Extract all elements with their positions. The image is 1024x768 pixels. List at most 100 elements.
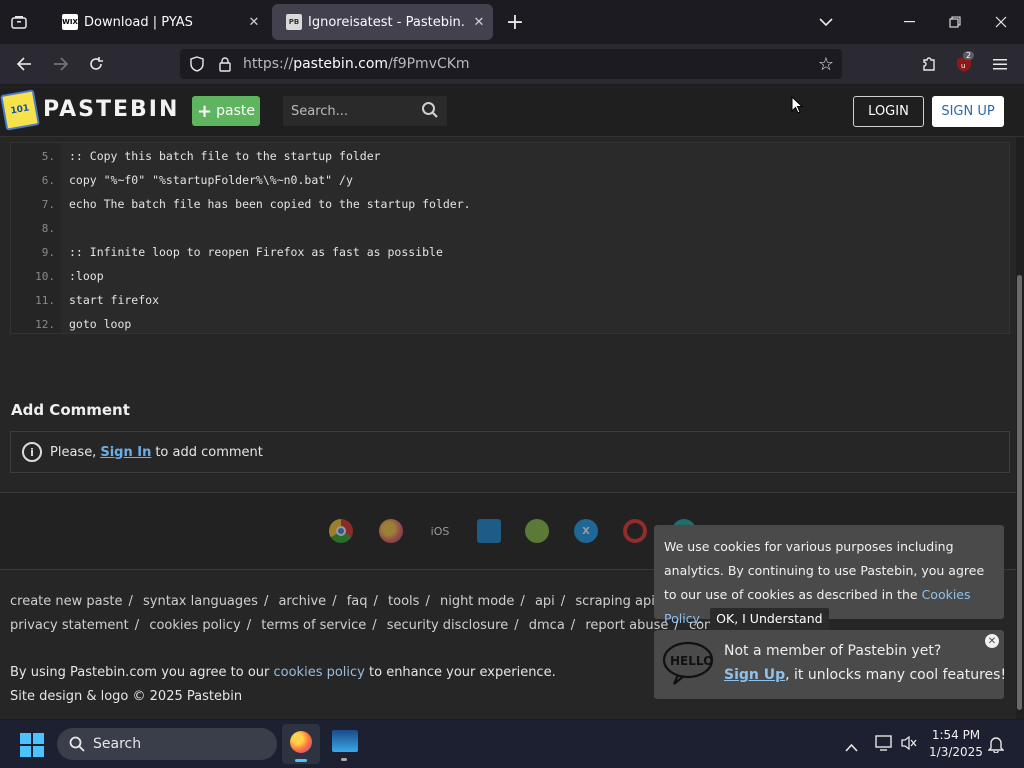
- footer-link-syntax-languages[interactable]: syntax languages: [143, 594, 258, 609]
- code-line: 10.:loop: [35, 269, 104, 283]
- cookie-consent-popup: We use cookies for various purposes incl…: [654, 525, 1004, 630]
- footer-link-scraping-api[interactable]: scraping api: [575, 594, 655, 609]
- taskbar-firefox-icon[interactable]: [282, 724, 320, 764]
- footer-link-api[interactable]: api: [535, 594, 555, 609]
- firefox-icon[interactable]: [379, 519, 403, 543]
- back-arrow-icon[interactable]: [12, 53, 36, 75]
- code-line: 9.:: Infinite loop to reopen Firefox as …: [41, 245, 443, 259]
- footer-cookie-notice: By using Pastebin.com you agree to our c…: [10, 665, 556, 680]
- lock-icon[interactable]: [216, 55, 234, 73]
- browser-tab-bar: WIX Download | PYAS ✕ PB Ignoreisatest -…: [0, 0, 1024, 44]
- bookmark-star-icon[interactable]: ☆: [816, 54, 836, 75]
- footer-link-night-mode[interactable]: night mode: [440, 594, 514, 609]
- chrome-icon[interactable]: [329, 519, 353, 543]
- android-icon[interactable]: [525, 519, 549, 543]
- ios-icon[interactable]: iOS: [427, 519, 453, 543]
- code-line: 5.:: Copy this batch file to the startup…: [41, 149, 381, 163]
- svg-text:u: u: [961, 62, 965, 70]
- taskbar-search-icon: [69, 736, 85, 752]
- footer-link-terms-of-service[interactable]: terms of service: [261, 618, 366, 633]
- taskbar-clock[interactable]: 1:54 PM 1/3/2025: [926, 727, 986, 761]
- login-button[interactable]: LOGIN: [853, 96, 924, 127]
- taskbar-app-icon[interactable]: [332, 730, 358, 761]
- footer-links-row1: create new paste / syntax languages / arch…: [10, 594, 709, 609]
- x-twitter-icon[interactable]: X: [574, 519, 598, 543]
- sign-in-link[interactable]: Sign In: [100, 445, 151, 460]
- cookie-ok-button[interactable]: OK, I Understand: [710, 608, 829, 630]
- footer-link-privacy-statement[interactable]: privacy statement: [10, 618, 129, 633]
- pastebin-header: 101 PASTEBIN + paste LOGIN SIGN UP: [0, 85, 1024, 137]
- address-bar[interactable]: https://pastebin.com/f9PmvCKm ☆: [180, 49, 842, 79]
- footer-link-archive[interactable]: archive: [278, 594, 326, 609]
- footer-link-security-disclosure[interactable]: security disclosure: [387, 618, 508, 633]
- mouse-cursor-icon: [791, 96, 803, 114]
- info-icon: i: [22, 442, 42, 462]
- footer-link-cookies-policy[interactable]: cookies policy: [149, 618, 240, 633]
- pastebin-logo-icon[interactable]: 101: [0, 89, 40, 131]
- plus-icon: +: [197, 100, 213, 122]
- footer-link-faq[interactable]: faq: [347, 594, 368, 609]
- comment-suffix: to add comment: [155, 444, 263, 460]
- tab-title: Ignoreisatest - Pastebin.com: [308, 14, 465, 30]
- footer-link-tools[interactable]: tools: [388, 594, 419, 609]
- promo-line2: Sign Up, it unlocks many cool features!: [724, 667, 1007, 683]
- tab-title: Download | PYAS: [84, 14, 193, 30]
- promo-signup-link[interactable]: Sign Up: [724, 667, 785, 683]
- search-icon[interactable]: [421, 101, 439, 123]
- signup-promo-popup: HELLO: [654, 630, 1004, 699]
- new-paste-label: paste: [216, 103, 255, 119]
- shield-icon[interactable]: [188, 55, 206, 73]
- popup-close-icon[interactable]: ✕: [985, 634, 999, 648]
- minimize-icon[interactable]: [898, 12, 920, 32]
- code-block: 5.:: Copy this batch file to the startup…: [10, 142, 1010, 334]
- opera-icon[interactable]: [623, 519, 647, 543]
- code-line: 12. goto loop: [35, 317, 132, 331]
- footer-links-row2: privacy statement / cookies policy / terms…: [10, 618, 738, 633]
- clock-date: 1/3/2025: [929, 745, 983, 759]
- extensions-puzzle-icon[interactable]: [917, 53, 941, 75]
- signup-button[interactable]: SIGN UP: [932, 96, 1004, 127]
- clock-time: 1:54 PM: [931, 728, 981, 742]
- code-line: 6. copy "%~f0" "%startupFolder%\%~n0.bat"…: [41, 173, 353, 187]
- show-hidden-icons-chevron-up-icon[interactable]: [845, 737, 858, 756]
- extension-badge: 2: [963, 51, 975, 60]
- hello-badge-text: HELLO: [670, 654, 713, 668]
- window-close-icon[interactable]: [990, 12, 1012, 32]
- code-line: 7. echo The batch file has been copied to…: [41, 197, 471, 211]
- footer-link-create-new-paste[interactable]: create new paste: [10, 594, 123, 609]
- taskbar-search-label: Search: [93, 736, 142, 752]
- restore-icon[interactable]: [944, 12, 966, 32]
- tab-pastebin[interactable]: PB Ignoreisatest - Pastebin.com ✕: [272, 4, 493, 40]
- pastebin-favicon-icon: PB: [286, 14, 302, 30]
- notifications-bell-icon[interactable]: [987, 735, 1005, 757]
- tab-overview-icon[interactable]: [8, 12, 30, 32]
- brand-name[interactable]: PASTEBIN: [43, 97, 179, 122]
- code-line: 8.: [41, 221, 55, 235]
- tab-list-chevron-down-icon[interactable]: [814, 12, 838, 32]
- new-paste-button[interactable]: + paste: [192, 96, 260, 126]
- footer-link-dmca[interactable]: dmca: [529, 618, 565, 633]
- scrollbar-thumb[interactable]: [1017, 275, 1022, 710]
- comment-notice: i Please, Sign In to add comment: [10, 431, 1010, 473]
- windows-start-icon[interactable]: [20, 733, 44, 757]
- promo-line1: Not a member of Pastebin yet?: [724, 643, 942, 659]
- reload-icon[interactable]: [84, 53, 108, 75]
- forward-arrow-icon[interactable]: [49, 53, 73, 75]
- tab-close-icon[interactable]: ✕: [465, 15, 493, 30]
- url-text[interactable]: https://pastebin.com/f9PmvCKm: [243, 56, 470, 72]
- hamburger-menu-icon[interactable]: [988, 53, 1012, 75]
- windows-icon[interactable]: [477, 519, 501, 543]
- wix-favicon-icon: WIX: [62, 14, 78, 30]
- code-line: 11. start firefox: [35, 293, 160, 307]
- comment-prefix: Please,: [50, 444, 97, 460]
- add-comment-title: Add Comment: [11, 401, 130, 419]
- hello-bubble-icon: HELLO: [662, 641, 713, 685]
- browser-nav-bar: https://pastebin.com/f9PmvCKm ☆ u: [0, 44, 1024, 84]
- tab-download-pyas[interactable]: WIX Download | PYAS ✕: [48, 4, 268, 40]
- network-icon[interactable]: [875, 735, 893, 755]
- new-tab-icon[interactable]: +: [503, 10, 527, 35]
- volume-muted-icon[interactable]: [900, 735, 918, 755]
- tab-close-icon[interactable]: ✕: [240, 15, 268, 30]
- footer-cookies-policy-link[interactable]: cookies policy: [274, 665, 365, 680]
- taskbar-search-box[interactable]: Search: [57, 728, 277, 760]
